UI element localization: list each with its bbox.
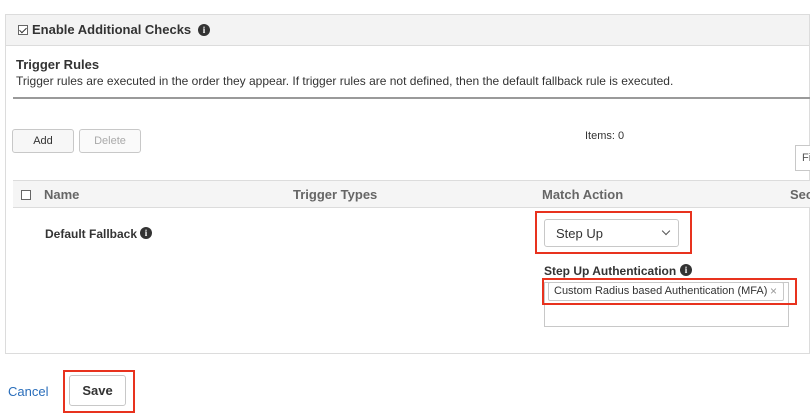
column-header-trigger-types[interactable]: Trigger Types	[293, 187, 377, 202]
chevron-down-icon	[661, 226, 671, 236]
authentication-tag-label: Custom Radius based Authentication (MFA)	[554, 285, 768, 297]
trigger-rules-description: Trigger rules are executed in the order …	[16, 74, 674, 88]
authentication-tag: Custom Radius based Authentication (MFA)…	[548, 282, 784, 301]
table-header: Name Trigger Types Match Action Sec	[13, 180, 810, 208]
cancel-link[interactable]: Cancel	[8, 384, 48, 399]
enable-additional-checks-label: Enable Additional Checks	[32, 22, 192, 37]
info-icon[interactable]: i	[198, 24, 210, 36]
trigger-rules-title: Trigger Rules	[16, 57, 100, 72]
step-up-authentication-label: Step Up Authentication	[544, 264, 677, 278]
section-divider	[13, 97, 810, 99]
enable-additional-checks-checkbox[interactable]	[18, 25, 28, 35]
info-icon[interactable]: i	[140, 227, 152, 239]
match-action-value: Step Up	[556, 226, 603, 241]
column-header-match-action[interactable]: Match Action	[542, 187, 623, 202]
additional-checks-header: Enable Additional Checks i	[5, 14, 810, 46]
delete-button[interactable]: Delete	[79, 129, 141, 153]
row-name-default-fallback: Default Fallback	[45, 227, 138, 241]
select-all-checkbox[interactable]	[21, 190, 31, 200]
add-button[interactable]: Add	[12, 129, 74, 153]
info-icon[interactable]: i	[680, 264, 692, 276]
column-header-name[interactable]: Name	[44, 187, 79, 202]
filter-input[interactable]: Fi	[795, 145, 810, 171]
remove-tag-icon[interactable]: ×	[770, 283, 777, 300]
match-action-select[interactable]: Step Up	[544, 219, 679, 247]
save-button[interactable]: Save	[69, 375, 126, 406]
column-header-sec[interactable]: Sec	[790, 187, 810, 202]
items-count: Items: 0	[585, 130, 625, 142]
